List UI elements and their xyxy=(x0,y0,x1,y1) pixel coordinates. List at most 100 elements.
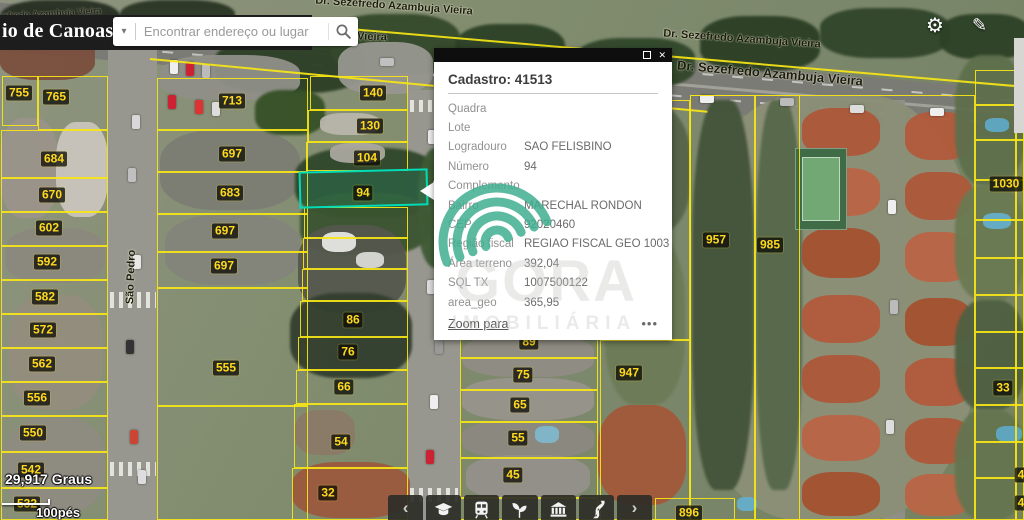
chevron-right-tool[interactable]: › xyxy=(617,495,652,520)
maximize-icon[interactable] xyxy=(643,51,651,59)
field-label: area_geo xyxy=(448,297,524,309)
parcel-label-765: 765 xyxy=(43,90,69,105)
road-icon xyxy=(586,499,607,520)
education-tool[interactable] xyxy=(426,495,461,520)
parcel-boundary xyxy=(600,340,690,520)
coordinates-readout: 29,917 Graus xyxy=(5,471,92,487)
parcel-label-896: 896 xyxy=(676,506,702,520)
parcel-label-755: 755 xyxy=(6,86,32,101)
attribute-row: Número94 xyxy=(448,157,658,176)
transit-icon xyxy=(471,499,492,520)
popup-titlebar: ✕ xyxy=(434,48,672,62)
chevron-right-icon: › xyxy=(632,499,638,518)
parcel-label-130: 130 xyxy=(357,119,383,134)
parcel-label-947: 947 xyxy=(616,366,642,381)
parcel-boundary xyxy=(2,76,38,126)
more-options-icon[interactable]: ••• xyxy=(641,320,658,328)
field-label: Logradouro xyxy=(448,141,524,153)
parcel-label-75: 75 xyxy=(513,368,532,383)
app-title: io de Canoas xyxy=(2,20,113,43)
side-panel-edge[interactable] xyxy=(1014,38,1024,133)
parcel-label-86: 86 xyxy=(343,313,362,328)
parcel-label-65: 65 xyxy=(510,398,529,413)
feature-popup: ✕ Cadastro: 41513 QuadraLote LogradouroSA… xyxy=(434,48,672,340)
vehicle xyxy=(426,450,434,464)
field-value: 94 xyxy=(524,161,537,173)
pencil-icon[interactable]: ✎ xyxy=(972,15,987,36)
parcel-boundary xyxy=(302,269,408,301)
attribute-row: Quadra xyxy=(448,99,658,118)
popup-title: Cadastro: 41513 xyxy=(448,69,658,93)
parcel-label-550: 550 xyxy=(20,426,46,441)
parcel-label-140: 140 xyxy=(360,86,386,101)
parcel-label-697: 697 xyxy=(219,147,245,162)
close-icon[interactable]: ✕ xyxy=(658,51,666,60)
parcel-label-602: 602 xyxy=(36,221,62,236)
field-label: Bairro xyxy=(448,200,524,212)
field-value: 1007500122 xyxy=(524,277,588,289)
attribute-row: SQL TX1007500122 xyxy=(448,274,658,293)
parcel-boundary xyxy=(1015,70,1017,520)
bank-icon xyxy=(548,499,569,520)
field-value: REGIAO FISCAL GEO 1003 xyxy=(524,238,669,250)
search-box: ▾ xyxy=(113,17,358,46)
attribute-row: Complemento xyxy=(448,177,658,196)
parcel-boundary xyxy=(690,95,755,520)
parcel-label-572: 572 xyxy=(30,323,56,338)
parcel-label-957: 957 xyxy=(703,233,729,248)
parcel-boundary xyxy=(755,95,800,520)
gear-icon[interactable]: ⚙ xyxy=(926,13,944,37)
chevron-left-tool[interactable]: ‹ xyxy=(388,495,423,520)
vehicle xyxy=(130,430,138,444)
parcel-label-66: 66 xyxy=(334,380,353,395)
parcel-boundary xyxy=(1,382,108,416)
parcel-boundary xyxy=(460,458,598,498)
gis-app-window: 7557657136976846836706026975926975825725… xyxy=(0,0,1024,520)
vehicle xyxy=(202,64,210,78)
popup-pointer xyxy=(420,182,434,200)
zoom-to-link[interactable]: Zoom para xyxy=(448,317,508,331)
attribute-row: Área terreno392,04 xyxy=(448,254,658,273)
vehicle xyxy=(380,58,394,66)
parcel-label-683: 683 xyxy=(217,186,243,201)
parcel-boundary xyxy=(294,404,408,468)
search-input[interactable] xyxy=(136,24,328,39)
street-label: Vieira xyxy=(357,30,387,43)
parcel-boundary xyxy=(1,416,108,452)
layers-toolbar: ‹› xyxy=(388,495,652,520)
attribute-row: CEP92020460 xyxy=(448,215,658,234)
vehicle xyxy=(430,395,438,409)
field-label: Complemento xyxy=(448,180,524,192)
crosswalk xyxy=(110,462,156,476)
field-label: Área terreno xyxy=(448,258,524,270)
transit-tool[interactable] xyxy=(464,495,499,520)
parcel-label-94: 94 xyxy=(353,186,372,201)
parcel-boundary xyxy=(303,238,408,269)
search-icon xyxy=(335,23,352,40)
plant-tool[interactable] xyxy=(502,495,537,520)
attribute-row: BairroMARECHAL RONDON xyxy=(448,196,658,215)
parcel-label-555: 555 xyxy=(213,361,239,376)
chevron-left-icon: ‹ xyxy=(403,499,409,518)
parcel-label-697: 697 xyxy=(212,224,238,239)
field-value: 392,04 xyxy=(524,258,559,270)
bank-tool[interactable] xyxy=(541,495,576,520)
vehicle xyxy=(435,340,443,354)
field-value: SAO FELISBINO xyxy=(524,141,612,153)
parcel-label-4: 4 xyxy=(1015,496,1024,511)
parcel-label-33: 33 xyxy=(993,381,1012,396)
search-dropdown-caret[interactable]: ▾ xyxy=(113,26,135,37)
vehicle xyxy=(126,340,134,354)
education-icon xyxy=(433,499,454,520)
attribute-row: Lote xyxy=(448,118,658,137)
field-value: 92020460 xyxy=(524,219,575,231)
road-tool[interactable] xyxy=(579,495,614,520)
parcel-label-55: 55 xyxy=(508,431,527,446)
search-button[interactable] xyxy=(329,23,358,40)
parcel-boundary xyxy=(460,422,598,458)
street-label: São Pedro xyxy=(124,250,138,305)
parcel-label-4: 4 xyxy=(1015,468,1024,483)
field-label: Região fiscal xyxy=(448,238,524,250)
parcel-label-670: 670 xyxy=(39,188,65,203)
parcel-label-54: 54 xyxy=(331,435,350,450)
